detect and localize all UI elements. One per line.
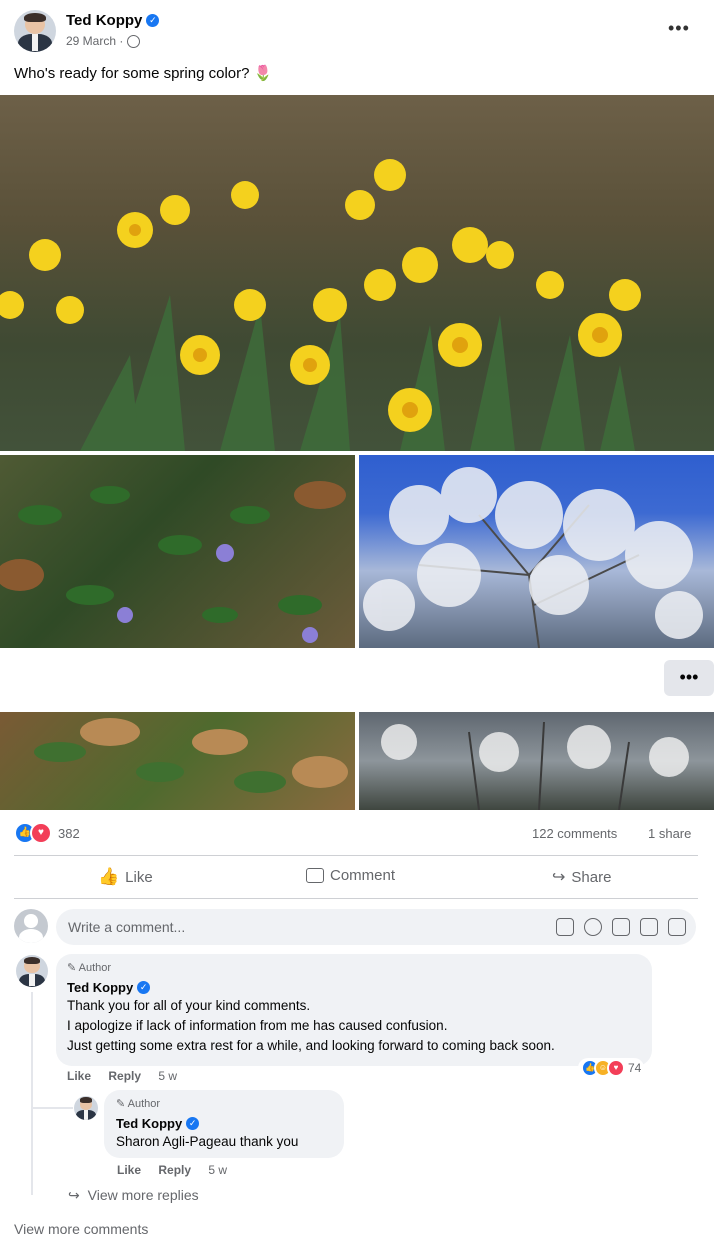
thread-line bbox=[31, 992, 33, 1195]
current-user-avatar[interactable] bbox=[14, 909, 48, 943]
reply-connector bbox=[33, 1107, 73, 1109]
photo-daffodils[interactable] bbox=[0, 95, 714, 451]
like-button[interactable]: 👍 Like bbox=[98, 867, 153, 887]
reply-arrow-icon: ↪ bbox=[68, 1187, 80, 1203]
reaction-count: 382 bbox=[58, 825, 80, 841]
post-author-name[interactable]: Ted Koppy bbox=[66, 12, 142, 29]
actions-divider-bottom bbox=[14, 898, 698, 899]
photo-leaves[interactable] bbox=[0, 712, 355, 810]
periwinkle-illustration bbox=[0, 481, 346, 643]
view-more-replies-link[interactable]: ↪ View more replies bbox=[68, 1187, 199, 1204]
comment-reaction-count: 74 bbox=[628, 1061, 642, 1075]
love-reaction-icon: ♥ bbox=[30, 822, 52, 844]
shares-count-link[interactable]: 1 share bbox=[648, 826, 691, 841]
post-text: Who's ready for some spring color? 🌷 bbox=[14, 65, 273, 82]
reply-text: Sharon Agli-Pageau thank you bbox=[116, 1134, 299, 1149]
author-tag: ✎ Author bbox=[67, 962, 112, 974]
comment-bubble: ✎ Author Ted Koppy ✓ Thank you for all of… bbox=[56, 954, 652, 1066]
sticker-icon[interactable] bbox=[668, 918, 686, 936]
view-more-comments-link[interactable]: View more comments bbox=[14, 1221, 148, 1237]
camera-icon[interactable] bbox=[612, 918, 630, 936]
reaction-summary[interactable]: 👍 ♥ 382 bbox=[14, 822, 80, 844]
daffodils-illustration bbox=[0, 159, 641, 451]
photo-periwinkle[interactable] bbox=[0, 455, 355, 648]
verified-badge-icon: ✓ bbox=[186, 1117, 200, 1131]
gif-icon[interactable] bbox=[640, 918, 658, 936]
comment-text-line: Thank you for all of your kind comments. bbox=[67, 998, 311, 1013]
share-arrow-icon: ↪ bbox=[552, 869, 566, 886]
share-button[interactable]: ↪ Share bbox=[552, 867, 611, 887]
globe-icon bbox=[126, 35, 140, 49]
leaves-illustration bbox=[34, 718, 348, 793]
comment-reactions[interactable]: 👍 ☺ ♥ 74 bbox=[578, 1058, 645, 1078]
author-tag: ✎ Author bbox=[116, 1098, 161, 1110]
verified-badge-icon: ✓ bbox=[146, 14, 160, 28]
emoji-icon[interactable] bbox=[584, 918, 602, 936]
love-reaction-icon: ♥ bbox=[607, 1059, 625, 1077]
comment-like-link[interactable]: Like bbox=[67, 1069, 91, 1083]
magnolia-illustration bbox=[363, 467, 703, 648]
verified-badge-icon: ✓ bbox=[137, 981, 151, 995]
reply-like-link[interactable]: Like bbox=[117, 1163, 141, 1177]
post-author-avatar[interactable] bbox=[14, 10, 56, 52]
pencil-icon: ✎ bbox=[116, 1098, 126, 1110]
reply-bubble: ✎ Author Ted Koppy ✓ Sharon Agli-Pageau t… bbox=[104, 1090, 344, 1158]
comment-reply-link[interactable]: Reply bbox=[108, 1069, 141, 1083]
post-options-button[interactable]: ••• bbox=[668, 18, 690, 39]
reply-author-name[interactable]: Ted Koppy bbox=[116, 1116, 182, 1131]
comment-text-line: I apologize if lack of information from … bbox=[67, 1018, 448, 1033]
reply-reply-link[interactable]: Reply bbox=[158, 1163, 191, 1177]
comment-button[interactable]: Comment bbox=[306, 867, 395, 884]
avatar-sticker-icon[interactable] bbox=[556, 918, 574, 936]
comment-text-line: Just getting some extra rest for a while… bbox=[67, 1038, 555, 1053]
speech-bubble-icon bbox=[306, 868, 324, 883]
actions-divider-top bbox=[14, 855, 698, 856]
comments-count-link[interactable]: 122 comments bbox=[532, 826, 617, 841]
thumbs-up-icon: 👍 bbox=[98, 867, 120, 886]
reply-author-avatar[interactable] bbox=[74, 1096, 98, 1120]
comment-author-name[interactable]: Ted Koppy bbox=[67, 980, 133, 995]
comment-input-placeholder: Write a comment... bbox=[68, 919, 186, 935]
post-date[interactable]: 29 March bbox=[66, 34, 116, 48]
comment-author-avatar[interactable] bbox=[16, 955, 48, 987]
tree-illustration bbox=[381, 721, 689, 810]
photo-magnolia[interactable] bbox=[359, 455, 714, 648]
photo-tree[interactable] bbox=[359, 712, 714, 810]
reply-timestamp[interactable]: 5 w bbox=[208, 1163, 227, 1177]
more-photos-button[interactable]: ••• bbox=[664, 660, 714, 696]
pencil-icon: ✎ bbox=[67, 962, 77, 974]
comment-timestamp[interactable]: 5 w bbox=[158, 1069, 177, 1083]
comment-input[interactable]: Write a comment... bbox=[56, 909, 696, 945]
